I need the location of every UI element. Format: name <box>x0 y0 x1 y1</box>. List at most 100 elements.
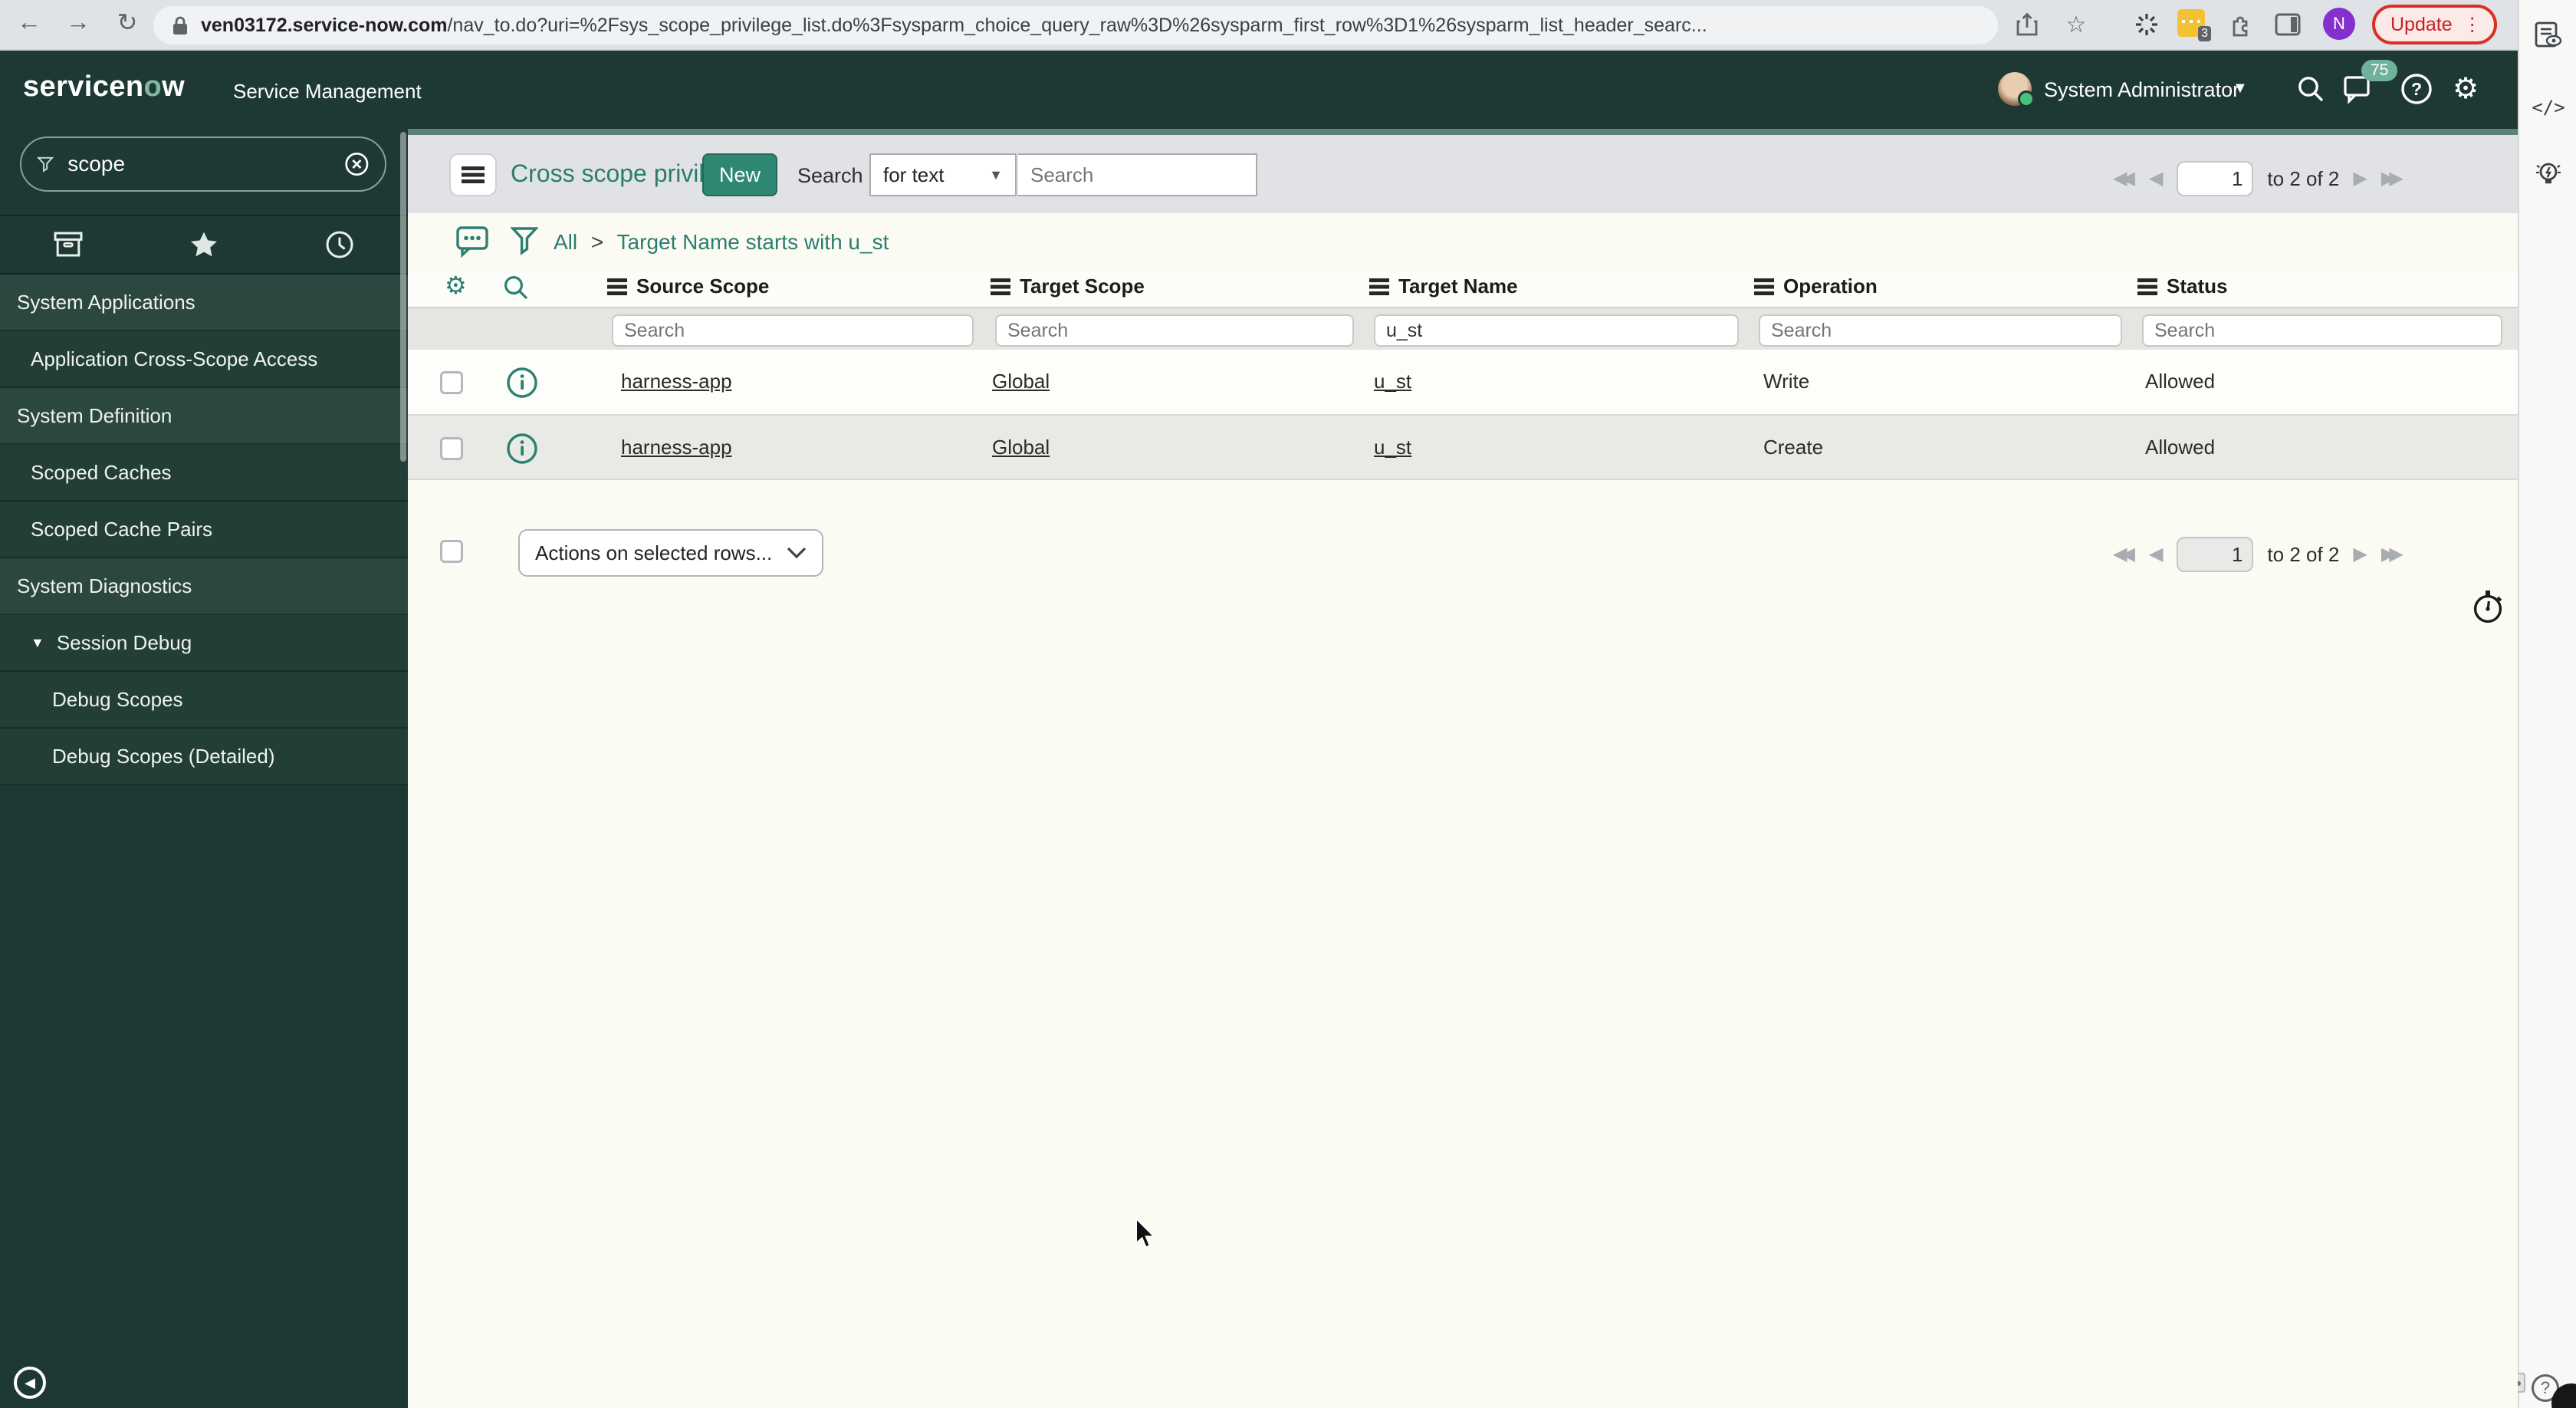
column-search-toggle-icon[interactable] <box>503 275 529 307</box>
collapse-caret-icon[interactable]: ▼ <box>31 635 44 651</box>
search-label: Search <box>797 164 863 187</box>
response-time-icon[interactable] <box>2472 589 2505 632</box>
column-header-target-scope[interactable]: Target Scope <box>991 275 1145 298</box>
record-preview-icon[interactable] <box>506 433 538 471</box>
user-avatar[interactable] <box>1998 72 2035 107</box>
cell-source-scope[interactable]: harness-app <box>621 370 732 393</box>
browser-update-button[interactable]: Update ⋮ <box>2372 5 2497 44</box>
sidebar-item-label: Debug Scopes <box>52 687 183 711</box>
svg-text:?: ? <box>2411 79 2422 99</box>
user-menu[interactable]: System Administrator <box>2044 78 2239 102</box>
sidebar-item-scoped-caches[interactable]: Scoped Caches <box>0 445 408 502</box>
previous-page-button[interactable]: ◀ <box>2149 169 2163 188</box>
cell-source-scope[interactable]: harness-app <box>621 436 732 459</box>
sidebar-item-system-diagnostics[interactable]: System Diagnostics <box>0 558 408 615</box>
forward-icon[interactable]: → <box>61 8 95 36</box>
sidebar-scrollbar[interactable] <box>400 132 406 462</box>
actions-select[interactable]: Actions on selected rows... <box>518 529 823 577</box>
filter-target-name-input[interactable] <box>1374 314 1739 347</box>
table-row: harness-app Global u_st Write Allowed <box>408 350 2518 416</box>
column-header-status[interactable]: Status <box>2137 275 2227 298</box>
code-panel-icon[interactable]: </> <box>2532 90 2565 124</box>
tab-history[interactable] <box>272 216 408 273</box>
page-row-input[interactable] <box>2177 161 2254 196</box>
cell-target-name[interactable]: u_st <box>1374 436 1411 459</box>
sidebar-item-application-cross-scope-access[interactable]: Application Cross-Scope Access <box>0 331 408 388</box>
filter-source-scope-input[interactable] <box>612 314 974 347</box>
column-header-source-scope[interactable]: Source Scope <box>607 275 769 298</box>
list-chat-icon[interactable] <box>455 225 489 264</box>
breadcrumb-filter[interactable]: Target Name starts with u_st <box>617 230 889 254</box>
side-panel-icon[interactable] <box>2272 9 2303 40</box>
next-page-button[interactable]: ▶ <box>2353 169 2367 188</box>
gear-glyph: ⚙ <box>2452 73 2479 105</box>
column-label: Target Scope <box>1020 275 1145 298</box>
clear-filter-icon[interactable] <box>344 147 370 181</box>
share-icon[interactable] <box>2012 9 2042 40</box>
list-settings-gear-icon[interactable]: ⚙ <box>445 271 467 300</box>
row-checkbox[interactable] <box>440 371 463 394</box>
cell-target-name[interactable]: u_st <box>1374 370 1411 393</box>
cell-target-scope[interactable]: Global <box>992 370 1050 393</box>
row-checkbox[interactable] <box>440 437 463 460</box>
browser-toolbar: ← → ↻ ven03172.service-now.com/nav_to.do… <box>0 0 2518 51</box>
help-icon[interactable]: ? <box>2400 72 2433 106</box>
search-type-select[interactable]: for text ▼ <box>869 153 1017 196</box>
extension-yellow-icon[interactable]: 3 <box>2177 9 2211 41</box>
sidebar-item-scoped-cache-pairs[interactable]: Scoped Cache Pairs <box>0 502 408 558</box>
last-page-button[interactable]: ▶▶ <box>2381 545 2404 564</box>
refresh-icon[interactable]: ↻ <box>110 8 144 37</box>
sidebar-item-debug-scopes-detailed[interactable]: Debug Scopes (Detailed) <box>0 729 408 785</box>
sidebar-item-system-applications[interactable]: System Applications <box>0 275 408 331</box>
filter-target-scope-input[interactable] <box>995 314 1354 347</box>
browser-menu-icon[interactable]: ⋮ <box>2463 14 2482 36</box>
select-all-checkbox[interactable] <box>440 540 463 563</box>
lightbulb-hint-icon[interactable] <box>2532 158 2565 192</box>
sidebar-item-debug-scopes[interactable]: Debug Scopes <box>0 672 408 729</box>
cell-target-scope[interactable]: Global <box>992 436 1050 459</box>
global-search-icon[interactable] <box>2294 72 2328 106</box>
first-page-button[interactable]: ◀◀ <box>2113 169 2135 188</box>
browser-side-strip: </> ? <box>2518 0 2576 1408</box>
reading-list-icon[interactable] <box>2532 18 2565 52</box>
record-preview-icon[interactable] <box>506 367 538 405</box>
last-page-button[interactable]: ▶▶ <box>2381 169 2404 188</box>
sidebar-item-system-definition[interactable]: System Definition <box>0 388 408 445</box>
favorites-star-icon <box>190 232 217 257</box>
filter-operation-input[interactable] <box>1759 314 2122 347</box>
navigator-filter[interactable] <box>20 137 386 192</box>
browser-profile-avatar[interactable]: N <box>2323 8 2355 40</box>
filter-icon[interactable] <box>510 225 539 264</box>
puzzle-extensions-icon[interactable] <box>2226 9 2257 40</box>
tab-favorites[interactable] <box>136 216 271 273</box>
previous-page-button[interactable]: ◀ <box>2149 545 2163 564</box>
bookmark-star-icon[interactable]: ☆ <box>2061 9 2091 40</box>
extension-spinner-icon[interactable] <box>2131 9 2162 40</box>
filter-status-input[interactable] <box>2142 314 2502 347</box>
sidebar-item-label: Scoped Cache Pairs <box>31 517 213 541</box>
page-row-input[interactable] <box>2177 537 2254 572</box>
user-caret-icon[interactable]: ▼ <box>2233 80 2248 97</box>
breadcrumb-all[interactable]: All <box>554 230 577 254</box>
new-record-button[interactable]: New <box>702 153 778 196</box>
address-bar[interactable]: ven03172.service-now.com/nav_to.do?uri=%… <box>153 6 1998 44</box>
collapse-sidebar-button[interactable]: ◀ <box>14 1367 46 1399</box>
select-caret-icon: ▼ <box>989 166 1003 183</box>
list-search-input[interactable] <box>1018 153 1257 196</box>
url-path: /nav_to.do?uri=%2Fsys_scope_privilege_li… <box>447 14 1707 36</box>
sidebar-item-label: Application Cross-Scope Access <box>31 347 318 370</box>
cell-operation: Create <box>1763 436 1824 459</box>
servicenow-logo[interactable]: servicenow <box>23 71 185 104</box>
collapse-triangle-icon: ◀ <box>25 1374 35 1390</box>
next-page-button[interactable]: ▶ <box>2353 545 2367 564</box>
navigator-filter-input[interactable] <box>67 152 345 176</box>
column-header-target-name[interactable]: Target Name <box>1369 275 1518 298</box>
settings-gear-icon[interactable]: ⚙ <box>2449 72 2482 106</box>
sidebar-item-session-debug[interactable]: ▼ Session Debug <box>0 615 408 672</box>
notification-badge: 75 <box>2361 60 2398 81</box>
tab-all-applications[interactable] <box>0 216 136 273</box>
list-context-menu-button[interactable] <box>449 153 497 196</box>
back-icon[interactable]: ← <box>12 8 46 36</box>
column-header-operation[interactable]: Operation <box>1754 275 1878 298</box>
first-page-button[interactable]: ◀◀ <box>2113 545 2135 564</box>
